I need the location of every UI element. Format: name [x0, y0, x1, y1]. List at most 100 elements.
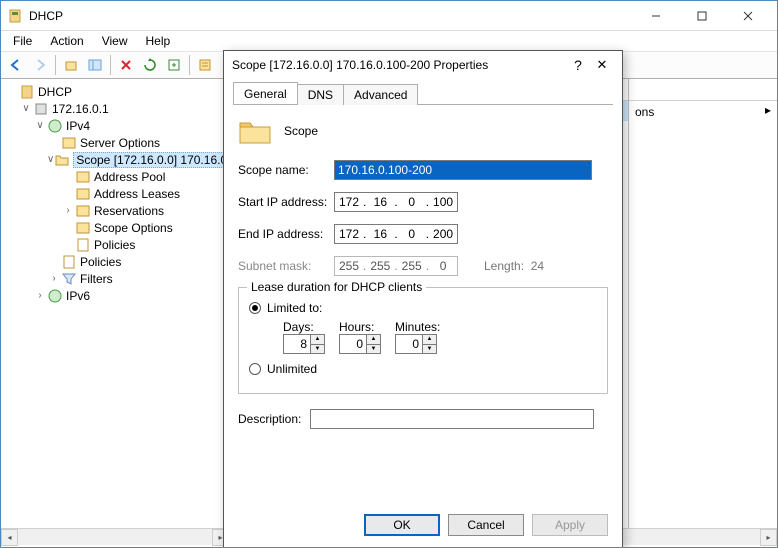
options-icon	[61, 135, 77, 151]
reservations-icon	[75, 203, 91, 219]
ok-button[interactable]: OK	[364, 514, 440, 536]
actions-label: ons	[629, 101, 777, 123]
tree-scope-policies[interactable]: Policies	[5, 236, 228, 253]
subnet-mask-label: Subnet mask:	[238, 259, 334, 273]
hours-spinner[interactable]: ▲▼	[339, 334, 381, 354]
folder-icon	[238, 117, 272, 145]
dialog-title: Scope [172.16.0.0] 170.16.0.100-200 Prop…	[232, 58, 566, 72]
minutes-spinner[interactable]: ▲▼	[395, 334, 437, 354]
dhcp-icon	[7, 8, 23, 24]
folder-icon	[54, 152, 70, 168]
hours-label: Hours:	[339, 320, 381, 334]
tab-dns[interactable]: DNS	[297, 84, 344, 105]
leases-icon	[75, 186, 91, 202]
lease-duration-group: Lease duration for DHCP clients Limited …	[238, 287, 608, 394]
tree-address-pool[interactable]: Address Pool	[5, 168, 228, 185]
menu-view[interactable]: View	[94, 32, 136, 50]
properties-dialog: Scope [172.16.0.0] 170.16.0.100-200 Prop…	[223, 50, 623, 548]
length-label: Length:	[484, 259, 524, 273]
delete-button[interactable]	[115, 54, 137, 76]
description-input[interactable]	[310, 409, 594, 429]
cancel-button[interactable]: Cancel	[448, 514, 524, 536]
spin-up-icon[interactable]: ▲	[422, 335, 436, 345]
tree-policies[interactable]: Policies	[5, 253, 228, 270]
up-button[interactable]	[60, 54, 82, 76]
spin-up-icon[interactable]: ▲	[366, 335, 380, 345]
close-button[interactable]	[725, 1, 771, 30]
scope-heading: Scope	[284, 124, 318, 138]
days-label: Days:	[283, 320, 325, 334]
days-spinner[interactable]: ▲▼	[283, 334, 325, 354]
tree-scrollbar[interactable]: ◂ ▸	[1, 528, 229, 545]
server-icon	[33, 101, 49, 117]
tree-ipv4[interactable]: ∨ IPv4	[5, 117, 228, 134]
collapse-icon[interactable]: ∨	[47, 154, 54, 165]
minimize-button[interactable]	[633, 1, 679, 30]
properties-button[interactable]	[194, 54, 216, 76]
collapse-icon[interactable]: ∨	[19, 103, 33, 114]
maximize-button[interactable]	[679, 1, 725, 30]
options-icon	[75, 220, 91, 236]
tab-strip: General DNS Advanced	[233, 83, 613, 105]
radio-icon[interactable]	[249, 363, 261, 375]
help-button[interactable]: ?	[566, 57, 590, 73]
expand-icon[interactable]: ›	[61, 205, 75, 216]
dhcp-icon	[19, 84, 35, 100]
length-value: 24	[531, 259, 544, 273]
tree-scope[interactable]: ∨ Scope [172.16.0.0] 170.16.0.100-200	[5, 151, 228, 168]
tab-general[interactable]: General	[233, 82, 298, 104]
titlebar: DHCP	[1, 1, 777, 31]
expand-icon[interactable]: ›	[33, 290, 47, 301]
tree-pane[interactable]: DHCP ∨ 172.16.0.1 ∨ IPv4 Server Options …	[1, 79, 229, 545]
minutes-label: Minutes:	[395, 320, 440, 334]
subnet-mask-display: . . .	[334, 256, 458, 276]
refresh-button[interactable]	[139, 54, 161, 76]
collapse-icon[interactable]: ∨	[33, 120, 47, 131]
expand-icon[interactable]: ›	[47, 273, 61, 284]
spin-down-icon[interactable]: ▼	[422, 345, 436, 354]
start-ip-input[interactable]: . . .	[334, 192, 458, 212]
scroll-left-icon[interactable]: ◂	[1, 529, 18, 546]
start-ip-label: Start IP address:	[238, 195, 334, 209]
menubar: File Action View Help	[1, 31, 777, 51]
menu-file[interactable]: File	[5, 32, 40, 50]
actions-header[interactable]	[629, 79, 777, 101]
tree-root[interactable]: DHCP	[5, 83, 228, 100]
end-ip-label: End IP address:	[238, 227, 334, 241]
dialog-titlebar[interactable]: Scope [172.16.0.0] 170.16.0.100-200 Prop…	[224, 51, 622, 79]
spin-down-icon[interactable]: ▼	[310, 345, 324, 354]
menu-action[interactable]: Action	[42, 32, 91, 50]
apply-button[interactable]: Apply	[532, 514, 608, 536]
tree-scope-options[interactable]: Scope Options	[5, 219, 228, 236]
lease-duration-legend: Lease duration for DHCP clients	[247, 280, 426, 294]
radio-icon[interactable]	[249, 302, 261, 314]
back-button[interactable]	[5, 54, 27, 76]
policies-icon	[61, 254, 77, 270]
show-hide-tree-button[interactable]	[84, 54, 106, 76]
main-window: DHCP File Action View Help	[0, 0, 778, 548]
spin-down-icon[interactable]: ▼	[366, 345, 380, 354]
forward-button[interactable]	[29, 54, 51, 76]
scope-name-input[interactable]	[334, 160, 592, 180]
scroll-right-icon[interactable]: ▸	[760, 529, 777, 546]
filters-icon	[61, 271, 77, 287]
radio-unlimited[interactable]: Unlimited	[249, 362, 597, 376]
tree-ipv6[interactable]: › IPv6	[5, 287, 228, 304]
radio-limited[interactable]: Limited to:	[249, 301, 597, 315]
menu-help[interactable]: Help	[138, 32, 179, 50]
tree-server-options[interactable]: Server Options	[5, 134, 228, 151]
end-ip-input[interactable]: . . .	[334, 224, 458, 244]
tree-filters[interactable]: › Filters	[5, 270, 228, 287]
tree-address-leases[interactable]: Address Leases	[5, 185, 228, 202]
pool-icon	[75, 169, 91, 185]
policies-icon	[75, 237, 91, 253]
description-label: Description:	[238, 412, 310, 426]
tree-reservations[interactable]: › Reservations	[5, 202, 228, 219]
spin-up-icon[interactable]: ▲	[310, 335, 324, 345]
chevron-right-icon[interactable]: ▸	[765, 103, 771, 117]
tab-advanced[interactable]: Advanced	[343, 84, 418, 105]
ipv4-icon	[47, 118, 63, 134]
export-button[interactable]	[163, 54, 185, 76]
tree-server[interactable]: ∨ 172.16.0.1	[5, 100, 228, 117]
close-icon[interactable]: ✕	[590, 57, 614, 73]
